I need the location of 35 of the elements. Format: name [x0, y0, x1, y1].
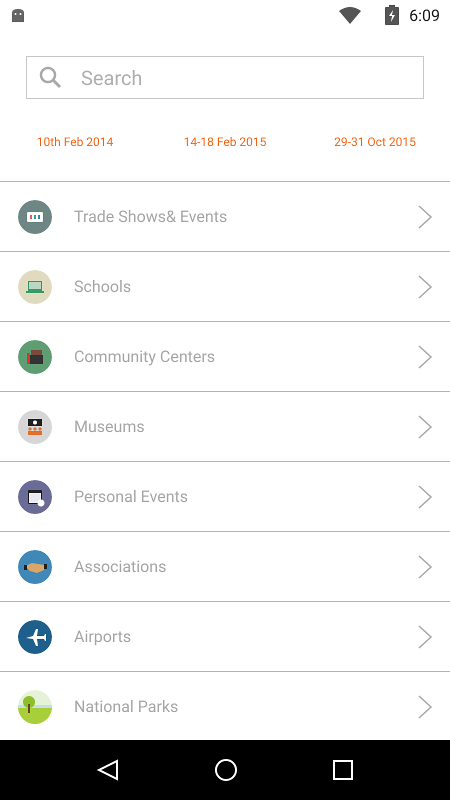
category-label: Associations — [74, 557, 168, 576]
chevron-icon — [418, 484, 432, 508]
category-item[interactable]: Associations — [0, 532, 450, 602]
home-icon[interactable] — [214, 758, 238, 782]
category-label: Museums — [74, 417, 146, 436]
category-item[interactable]: Museums — [0, 392, 450, 462]
chevron-icon — [418, 204, 432, 228]
chevron-icon — [418, 554, 432, 578]
status-time: 6:09 — [409, 6, 440, 24]
category-item[interactable]: Community Centers — [0, 322, 450, 392]
recents-icon[interactable] — [332, 760, 353, 780]
search-field[interactable]: Search — [26, 56, 424, 99]
chevron-icon — [418, 344, 432, 368]
category-label: Schools — [74, 277, 132, 296]
category-label: Personal Events — [74, 487, 190, 506]
category-item[interactable]: Trade Shows& Events — [0, 182, 450, 252]
search-icon — [38, 65, 62, 89]
wifi-icon — [339, 6, 362, 24]
back-icon[interactable] — [97, 759, 120, 781]
category-label: Airports — [74, 627, 132, 646]
android-icon — [10, 7, 26, 23]
category-item[interactable]: Schools — [0, 252, 450, 322]
battery-icon — [385, 5, 400, 25]
event-date: 29-31 Oct 2015 — [334, 135, 416, 151]
category-label: Community Centers — [74, 347, 216, 366]
event-date: 14-18 Feb 2015 — [184, 135, 266, 151]
category-item[interactable]: Personal Events — [0, 462, 450, 532]
chevron-icon — [418, 624, 432, 648]
category-item[interactable]: Airports — [0, 602, 450, 672]
chevron-icon — [418, 694, 432, 718]
event-date: 10th Feb 2014 — [36, 135, 114, 151]
chevron-icon — [418, 414, 432, 438]
category-label: National Parks — [74, 697, 180, 716]
chevron-icon — [418, 274, 432, 298]
category-label: Trade Shows& Events — [74, 207, 228, 226]
